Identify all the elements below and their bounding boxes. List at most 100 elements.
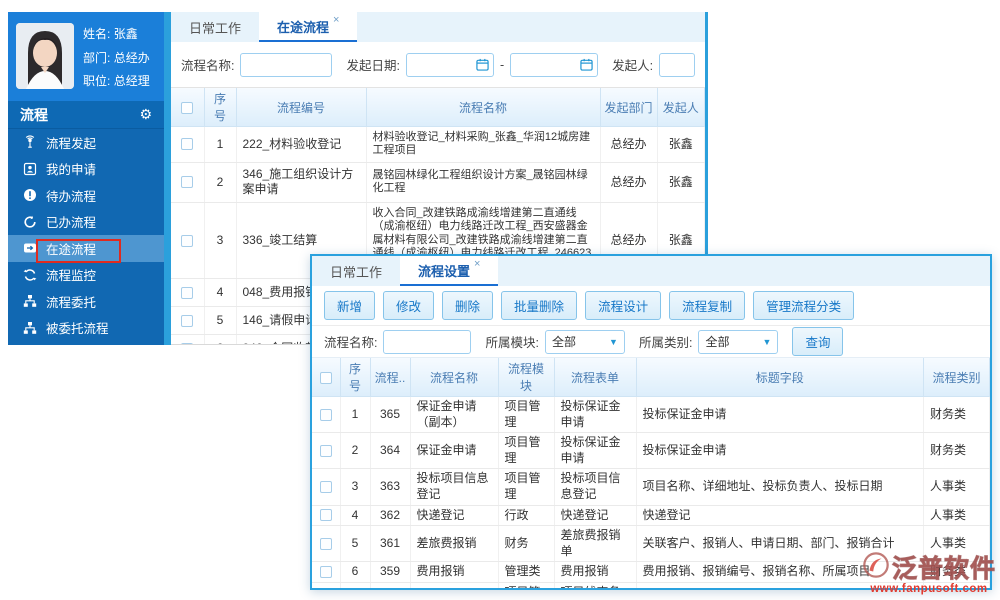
col-title-fields: 标题字段 bbox=[635, 358, 924, 397]
sidebar-item-label: 流程监控 bbox=[46, 269, 97, 284]
gear-icon[interactable]: ⚙ bbox=[139, 106, 152, 123]
delete-button[interactable]: 删除 bbox=[442, 291, 494, 320]
initiator-input[interactable] bbox=[659, 52, 695, 77]
close-tab-icon[interactable]: × bbox=[474, 258, 480, 270]
cell-no: 4 bbox=[204, 278, 237, 308]
cell-no: 6 bbox=[204, 334, 237, 344]
row-checkbox[interactable] bbox=[181, 234, 194, 247]
sidebar-item-已办流程[interactable]: 已办流程 bbox=[8, 209, 164, 236]
tab-flow-settings[interactable]: 流程设置 × bbox=[400, 256, 499, 286]
cell-code: 365 bbox=[370, 396, 411, 434]
select-all-checkbox[interactable] bbox=[319, 371, 332, 384]
row-checkbox[interactable] bbox=[319, 481, 332, 493]
sidebar-item-label: 已办流程 bbox=[46, 216, 97, 231]
row-checkbox[interactable] bbox=[181, 342, 194, 344]
search-button[interactable]: 查询 bbox=[792, 327, 844, 356]
sidebar-item-label: 被委托流程 bbox=[46, 322, 109, 337]
col-module: 流程模块 bbox=[497, 358, 555, 397]
row-checkbox[interactable] bbox=[319, 408, 332, 421]
table-row: 1 222_材料验收登记 材料验收登记_材料采购_张鑫_华润12城房建工程项目 总经办… bbox=[171, 126, 705, 163]
tab-in-transit[interactable]: 在途流程 × bbox=[259, 12, 358, 42]
row-checkbox[interactable] bbox=[181, 286, 194, 299]
initiator-label: 发起人: bbox=[612, 59, 654, 73]
cell-no: 2 bbox=[340, 432, 371, 470]
table-row: 6 359 费用报销 管理类 费用报销 费用报销、报销编号、报销名称、所属项目 财务类 bbox=[312, 561, 990, 583]
cell-no: 1 bbox=[204, 126, 237, 163]
cell-module: 项目管理 bbox=[498, 396, 555, 434]
manage-category-button[interactable]: 管理流程分类 bbox=[753, 291, 855, 320]
select-all-checkbox-cell bbox=[312, 358, 341, 397]
cell-name: 晟铭园林绿化工程组织设计方案_晟铭园林绿化工程 bbox=[366, 162, 601, 204]
row-checkbox[interactable] bbox=[319, 537, 332, 550]
cell-form: 快递登记 bbox=[554, 505, 637, 527]
cell-dept: 总经办 bbox=[600, 162, 658, 204]
row-checkbox[interactable] bbox=[319, 509, 332, 522]
cell-module: 项目管理 bbox=[498, 468, 555, 506]
module-select[interactable]: 全部 ▼ bbox=[544, 329, 625, 354]
sidebar-item-流程发起[interactable]: 流程发起 bbox=[8, 129, 164, 156]
cell-no: 6 bbox=[340, 561, 371, 583]
table-header-row: 序号 流程编号 流程名称 发起部门 发起人 bbox=[171, 88, 705, 127]
cell-code: 346_施工组织设计方案申请 bbox=[236, 162, 367, 204]
flow-name-input[interactable] bbox=[383, 329, 472, 354]
sidebar-item-我的申请[interactable]: 我的申请 bbox=[8, 156, 164, 183]
col-dept: 发起部门 bbox=[599, 88, 658, 127]
user-title: 职位: 总经理 bbox=[83, 74, 150, 88]
col-category: 流程类别 bbox=[923, 358, 990, 397]
cell-cat: 财务类 bbox=[923, 561, 990, 583]
table-row: 4 362 快递登记 行政 快递登记 快递登记 人事类 bbox=[312, 505, 990, 527]
row-checkbox[interactable] bbox=[319, 444, 332, 457]
sync-icon bbox=[22, 267, 37, 282]
row-checkbox[interactable] bbox=[181, 314, 194, 327]
cell-code: 358 bbox=[370, 582, 411, 588]
sidebar-item-流程委托[interactable]: 流程委托 bbox=[8, 288, 164, 315]
col-code: 流程编号 bbox=[235, 88, 367, 127]
row-checkbox[interactable] bbox=[319, 566, 332, 579]
annotation-highlight-box bbox=[36, 239, 121, 263]
tab-daily-work[interactable]: 日常工作 bbox=[312, 256, 400, 286]
sidebar-item-被委托流程[interactable]: 被委托流程 bbox=[8, 315, 164, 342]
sidebar-item-流程监控[interactable]: 流程监控 bbox=[8, 262, 164, 289]
calendar-icon[interactable] bbox=[476, 58, 489, 71]
sidebar-item-label: 待办流程 bbox=[46, 189, 97, 204]
cell-title: 关联客户、报销人、申请日期、部门、报销合计 bbox=[636, 525, 924, 563]
category-select[interactable]: 全部 ▼ bbox=[698, 329, 779, 354]
add-button[interactable]: 新增 bbox=[324, 291, 376, 320]
flow-design-button[interactable]: 流程设计 bbox=[585, 291, 662, 320]
flow-name-input[interactable] bbox=[240, 52, 333, 77]
tab-daily-work[interactable]: 日常工作 bbox=[171, 12, 259, 42]
cell-cat: 人事类 bbox=[923, 582, 990, 588]
select-all-checkbox[interactable] bbox=[181, 101, 194, 114]
start-date-label: 发起日期: bbox=[346, 59, 400, 73]
row-checkbox[interactable] bbox=[181, 176, 194, 189]
cell-name: 快递登记 bbox=[410, 505, 499, 527]
user-name: 姓名: 张鑫 bbox=[83, 27, 138, 41]
close-tab-icon[interactable]: × bbox=[333, 14, 339, 26]
flow-settings-table-wrap: 序号 流程.. 流程名称 流程模块 流程表单 标题字段 流程类别 1 365 保证金… bbox=[312, 357, 990, 588]
cell-code: 222_材料验收登记 bbox=[236, 126, 367, 163]
cell-no: 1 bbox=[340, 396, 371, 434]
col-name: 流程名称 bbox=[409, 358, 499, 397]
row-checkbox[interactable] bbox=[181, 138, 194, 151]
sidebar-item-待办流程[interactable]: 待办流程 bbox=[8, 182, 164, 209]
edit-button[interactable]: 修改 bbox=[383, 291, 435, 320]
cell-name: 保证金申请（副本） bbox=[410, 396, 499, 434]
cell-module: 管理类 bbox=[498, 561, 555, 583]
cell-user: 张鑫 bbox=[657, 162, 705, 204]
cell-form: 费用报销 bbox=[554, 561, 637, 583]
sidebar: 姓名: 张鑫 部门: 总经办 职位: 总经理 流程 ⚙ 流程发起 我的申请 待办流程… bbox=[8, 12, 164, 345]
batch-delete-button[interactable]: 批量删除 bbox=[501, 291, 578, 320]
date-to-input[interactable] bbox=[510, 52, 599, 77]
sidebar-title: 流程 bbox=[20, 106, 48, 123]
select-all-checkbox-cell bbox=[171, 88, 205, 127]
date-from-input[interactable] bbox=[405, 52, 494, 77]
flow-name-label: 流程名称: bbox=[324, 336, 378, 350]
calendar-icon[interactable] bbox=[580, 58, 593, 71]
cell-title: 详细地址 bbox=[636, 582, 924, 588]
cell-no: 4 bbox=[340, 505, 371, 527]
flow-copy-button[interactable]: 流程复制 bbox=[669, 291, 746, 320]
col-no: 序号 bbox=[339, 358, 371, 397]
front-window: 日常工作 流程设置 × 新增 修改 删除 批量删除 流程设计 流程复制 管理流程… bbox=[310, 254, 992, 590]
table-header-row: 序号 流程.. 流程名称 流程模块 流程表单 标题字段 流程类别 bbox=[312, 358, 990, 397]
cell-no: 3 bbox=[204, 202, 237, 280]
